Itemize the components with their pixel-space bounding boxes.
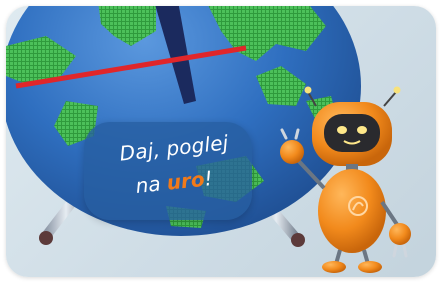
message-accent-word: uro [165,166,206,195]
message-line-2-suffix: ! [203,166,214,191]
message-bubble: Daj, poglej na uro! [84,122,252,220]
message-line-2-prefix: na [134,170,168,198]
message-line-2: na uro! [103,163,245,202]
promo-card: Daj, poglej na uro! [6,6,436,277]
message-line-1: Daj, poglej [118,130,230,166]
